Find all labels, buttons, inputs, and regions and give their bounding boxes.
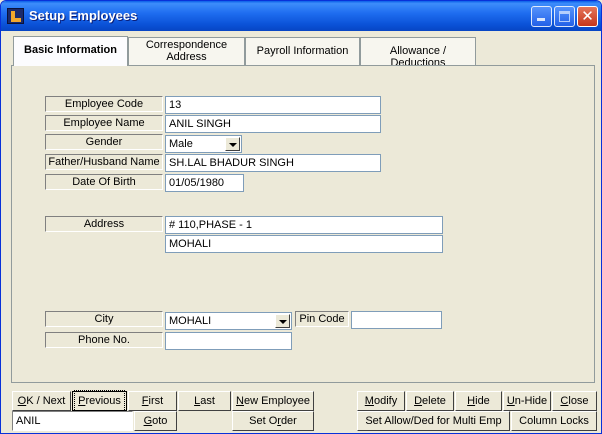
btn-accel: G [143, 415, 153, 427]
city-select[interactable]: MOHALI [165, 312, 292, 330]
pin-code-field[interactable] [351, 311, 442, 329]
close-form-button[interactable]: Close [552, 391, 597, 411]
ok-next-button[interactable]: OK / Next [12, 391, 71, 411]
btn-text: ide [475, 395, 490, 407]
modify-button[interactable]: Modify [357, 391, 405, 411]
set-order-button[interactable]: Set Order [232, 411, 314, 431]
btn-accel: D [414, 395, 423, 407]
tab-correspondence-address[interactable]: Correspondence Address [128, 37, 245, 65]
column-locks-button[interactable]: Column Locks [511, 411, 597, 431]
btn-accel: U [506, 395, 515, 407]
maximize-icon [559, 11, 570, 22]
tab-basic-information[interactable]: Basic Information [13, 36, 128, 66]
gender-value: Male [169, 138, 193, 150]
unhide-button[interactable]: Un-Hide [503, 391, 551, 411]
btn-text: Column Locks [519, 415, 589, 427]
goto-button[interactable]: Goto [134, 411, 177, 431]
father-husband-name-field[interactable]: SH.LAL BHADUR SINGH [165, 154, 381, 172]
btn-accel: M [364, 395, 374, 407]
btn-text: ast [200, 395, 215, 407]
search-input[interactable]: ANIL [12, 411, 133, 431]
city-value: MOHALI [169, 315, 212, 327]
btn-text: Set Allow/Ded for Multi Emp [365, 415, 502, 427]
tab-allowance-deductions[interactable]: Allowance / Deductions [360, 37, 476, 68]
phone-no-field[interactable] [165, 332, 292, 350]
employee-name-label: Employee Name [45, 115, 163, 131]
btn-text: n-Hide [514, 395, 548, 407]
minimize-button[interactable] [531, 6, 552, 27]
employee-code-field[interactable]: 13 [165, 96, 381, 114]
date-of-birth-field[interactable]: 01/05/1980 [165, 174, 244, 192]
first-button[interactable]: First [128, 391, 177, 411]
close-button[interactable]: ✕ [577, 6, 598, 27]
btn-text: irst [148, 395, 164, 407]
maximize-button[interactable] [554, 6, 575, 27]
btn-text: revious [85, 395, 121, 407]
city-label: City [45, 311, 163, 327]
address-line1-field[interactable]: # 110,PHASE - 1 [165, 216, 443, 234]
btn-accel: H [467, 395, 476, 407]
tab-payroll-information[interactable]: Payroll Information [245, 37, 360, 65]
chevron-down-icon[interactable] [275, 314, 290, 328]
chevron-down-icon[interactable] [225, 137, 240, 151]
setup-employees-window: Setup Employees ✕ Basic Information Corr… [0, 0, 602, 434]
btn-text: elete [422, 395, 446, 407]
minimize-icon [537, 18, 545, 21]
phone-no-label: Phone No. [45, 332, 163, 348]
btn-accel: O [17, 395, 27, 407]
date-of-birth-label: Date Of Birth [45, 174, 163, 190]
address-line2-field[interactable]: MOHALI [165, 235, 443, 253]
father-husband-name-label: Father/Husband Name [45, 154, 163, 170]
employee-name-field[interactable]: ANIL SINGH [165, 115, 381, 133]
address-label: Address [45, 216, 163, 232]
btn-text: lose [568, 395, 589, 407]
hide-button[interactable]: Hide [455, 391, 502, 411]
btn-text: ew Employee [243, 395, 310, 407]
tab-label: Basic Information [24, 44, 117, 56]
gender-select[interactable]: Male [165, 135, 242, 153]
btn-text: odify [373, 395, 398, 407]
close-icon: ✕ [581, 7, 594, 25]
title-bar[interactable]: Setup Employees ✕ [1, 1, 601, 31]
btn-text: K / Next [26, 395, 66, 407]
tab-label: Payroll Information [256, 45, 349, 57]
last-button[interactable]: Last [178, 391, 231, 411]
delete-button[interactable]: Delete [406, 391, 454, 411]
window-title: Setup Employees [29, 8, 138, 23]
btn-text: der [280, 415, 297, 427]
employee-code-label: Employee Code [45, 96, 163, 112]
btn-accel: N [236, 395, 244, 407]
new-employee-button[interactable]: New Employee [232, 391, 314, 411]
gender-label: Gender [45, 134, 163, 150]
btn-accel: F [141, 395, 149, 407]
tab-label: Correspondence Address [145, 39, 228, 63]
pin-code-label: Pin Code [295, 311, 349, 327]
set-allow-ded-multi-emp-button[interactable]: Set Allow/Ded for Multi Emp [357, 411, 510, 431]
app-icon [7, 8, 24, 24]
btn-text: Set O [249, 415, 278, 427]
btn-text: oto [152, 415, 168, 427]
previous-button[interactable]: Previous [72, 390, 127, 412]
